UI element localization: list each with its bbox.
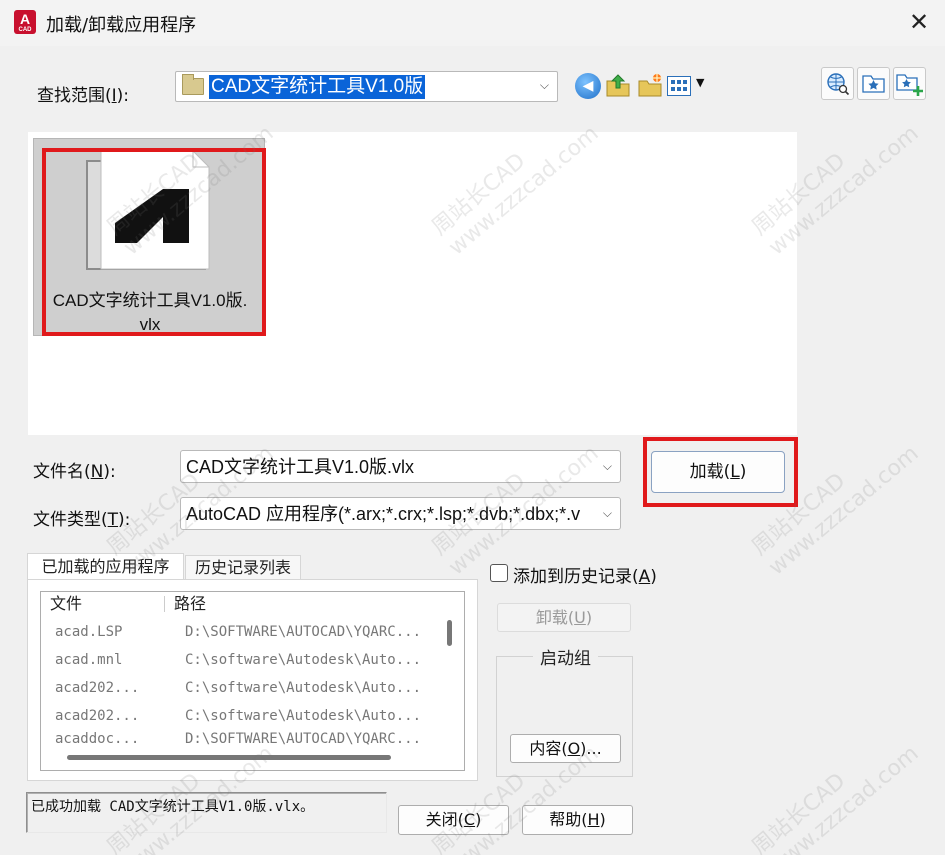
help-button-key: H [587,810,600,829]
folder-icon [182,74,204,95]
add-to-history-label[interactable]: 添加到历史记录(A) [513,562,657,587]
list-item-path: D:\SOFTWARE\AUTOCAD\YQARC... [185,624,422,640]
filetype-value: AutoCAD 应用程序(*.arx;*.crx;*.lsp;*.dvb;*.d… [186,504,581,524]
filetype-label: 文件类型(T): [33,505,130,530]
search-web-icon [827,73,850,96]
lookin-selected-value: CAD文字统计工具V1.0版 [209,75,426,99]
tab-panel: 文件 路径 acad.LSP D:\SOFTWARE\AUTOCAD\YQARC… [27,579,478,781]
help-button[interactable]: 帮助(H) [522,805,633,835]
list-item-file: acad202... [55,680,140,696]
add-to-history-suffix: ) [650,567,657,587]
list-item[interactable]: acad.LSP D:\SOFTWARE\AUTOCAD\YQARC... [41,618,451,646]
list-item[interactable]: acad202... C:\software\Autodesk\Auto... [41,702,451,730]
filetype-label-key: T [107,510,119,530]
add-to-history-checkbox[interactable] [490,564,508,582]
file-list-area[interactable]: CAD文字统计工具V1.0版. vlx [28,132,797,435]
unload-button-label: 卸载( [535,608,575,627]
help-button-suffix: ) [599,810,606,829]
loaded-applications-list[interactable]: 文件 路径 acad.LSP D:\SOFTWARE\AUTOCAD\YQARC… [40,591,465,771]
lookin-label-suffix: ): [116,86,130,106]
load-highlight-box [643,437,798,507]
close-button[interactable]: 关闭(C) [398,805,509,835]
watermark: 周站长CADwww.zzzcad.com [744,717,924,855]
help-button-label: 帮助( [549,810,588,829]
search-web-button[interactable] [821,67,854,100]
column-header-path[interactable]: 路径 [174,592,206,616]
close-button-key: C [463,810,476,829]
close-button-label: 关闭( [425,810,464,829]
add-to-history-text: 添加到历史记录( [513,567,639,587]
watermark-line1: 周站长CAD [747,768,851,855]
lookin-combobox[interactable]: CAD文字统计工具V1.0版 ⌵ [175,71,558,102]
filetype-combobox[interactable]: AutoCAD 应用程序(*.arx;*.crx;*.lsp;*.dvb;*.d… [180,497,621,530]
filename-label-suffix: ): [103,462,116,482]
title-bar: A CAD 加载/卸载应用程序 ✕ [0,0,945,46]
favorites-icon [862,75,885,93]
back-icon[interactable]: ◀ [575,73,601,99]
chevron-down-icon[interactable]: ⌵ [540,78,549,93]
list-item-file: acaddoc... [55,731,140,747]
tab-history-list[interactable]: 历史记录列表 [185,555,301,580]
autocad-app-icon: A CAD [14,10,36,34]
list-item-file: acad.mnl [55,652,123,668]
views-menu-icon[interactable]: ▼ [667,74,707,100]
lookin-label-text: 查找范围( [37,86,112,106]
views-dropdown-icon[interactable]: ▼ [696,76,704,89]
filename-label-text: 文件名( [33,462,91,482]
close-button-suffix: ) [475,810,482,829]
filename-combobox[interactable]: CAD文字统计工具V1.0版.vlx ⌵ [180,450,621,483]
watermark-line1: 周站长CAD [102,468,206,561]
add-to-history-key: A [638,567,651,587]
app-icon-letter: A [19,11,31,27]
window-close-icon[interactable]: ✕ [904,8,934,38]
status-message-box: 已成功加载 CAD文字统计工具V1.0版.vlx。 [26,792,387,833]
list-item-path: C:\software\Autodesk\Auto... [185,652,422,668]
contents-button[interactable]: 内容(O)... [510,734,621,763]
new-folder-icon[interactable] [637,72,663,98]
vertical-scrollbar[interactable] [447,620,452,646]
horizontal-scrollbar[interactable] [67,755,391,760]
contents-button-label: 内容( [529,739,568,758]
list-item-path: D:\SOFTWARE\AUTOCAD\YQARC... [185,731,422,747]
list-item[interactable]: acad.mnl C:\software\Autodesk\Auto... [41,646,451,674]
chevron-down-icon[interactable]: ⌵ [603,506,612,521]
filename-label-key: N [90,462,104,482]
add-to-favorites-icon [896,74,923,96]
filename-value[interactable]: CAD文字统计工具V1.0版.vlx [186,456,591,478]
filetype-label-text: 文件类型( [33,510,108,530]
list-item-file: acad.LSP [55,624,123,640]
startup-suite-legend: 启动组 [533,644,598,669]
up-folder-icon[interactable] [605,72,631,98]
column-header-file[interactable]: 文件 [50,592,82,616]
filetype-label-suffix: ): [118,510,131,530]
unload-button[interactable]: 卸载(U) [497,603,631,632]
add-to-favorites-button[interactable] [893,67,926,100]
list-item[interactable]: acaddoc... D:\SOFTWARE\AUTOCAD\YQARC... [41,730,451,748]
list-item-file: acad202... [55,708,140,724]
file-highlight-box [42,148,266,336]
lookin-label: 查找范围(I): [37,81,129,106]
chevron-down-icon[interactable]: ⌵ [603,459,612,474]
app-icon-subtext: CAD [18,27,32,33]
views-grid-icon [667,76,691,96]
filename-label: 文件名(N): [33,457,116,482]
tab-loaded-applications[interactable]: 已加载的应用程序 [27,553,184,580]
list-item[interactable]: acad202... C:\software\Autodesk\Auto... [41,674,451,702]
unload-button-suffix: ) [585,608,593,627]
window-title: 加载/卸载应用程序 [46,15,197,36]
column-divider[interactable] [164,596,165,612]
unload-button-key: U [574,608,586,627]
status-message: 已成功加载 CAD文字统计工具V1.0版.vlx。 [31,799,315,815]
watermark-line2: www.zzzcad.com [764,741,924,855]
list-item-path: C:\software\Autodesk\Auto... [185,708,422,724]
favorites-button[interactable] [857,67,890,100]
contents-button-suffix: )... [580,739,602,758]
list-item-path: C:\software\Autodesk\Auto... [185,680,422,696]
contents-button-key: O [567,739,581,758]
watermark-line1: 周站长CAD [424,417,588,562]
